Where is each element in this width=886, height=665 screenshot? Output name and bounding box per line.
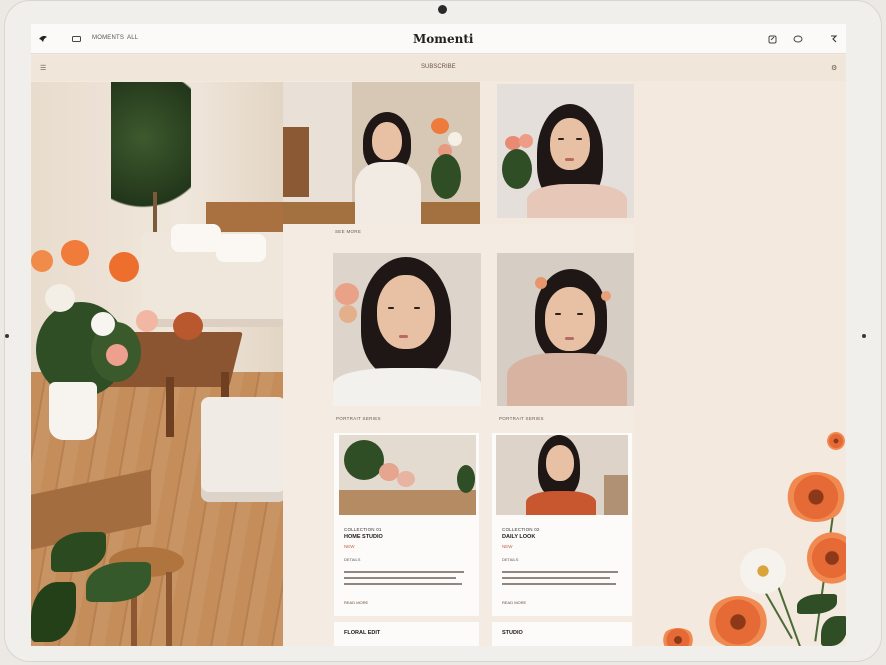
caption-portrait-2: PORTRAIT SERIES [336, 416, 381, 421]
logo-icon[interactable] [36, 32, 50, 46]
caption-portrait-3: PORTRAIT SERIES [499, 416, 544, 421]
card-subtitle: DETAILS [344, 557, 361, 562]
secondary-bar: ☰ SUBSCRIBE ⚙ [31, 55, 846, 81]
card-subtitle: DETAILS [502, 557, 519, 562]
heart-icon[interactable] [791, 32, 805, 46]
card-photo-studio [339, 435, 476, 515]
portrait-photo-room[interactable] [283, 82, 480, 224]
settings-icon[interactable]: ⚙ [831, 64, 837, 72]
subscribe-link[interactable]: SUBSCRIBE [421, 64, 456, 70]
flower-decoration [661, 628, 695, 646]
menu-icon[interactable]: ☰ [40, 64, 46, 72]
message-icon[interactable] [69, 32, 83, 46]
flower-decoration [739, 548, 787, 594]
collection-card-1[interactable]: COLLECTION 01 HOME STUDIO NEW DETAILS RE… [334, 433, 479, 616]
text-line [344, 583, 462, 585]
card-badge: NEW [344, 544, 355, 549]
flower-decoration [827, 432, 845, 450]
card-title: HOME STUDIO [344, 534, 383, 540]
leaf-decoration [797, 594, 837, 614]
text-line [344, 571, 464, 573]
portrait-photo-2[interactable] [333, 253, 481, 406]
portrait-photo-1[interactable] [497, 84, 634, 218]
card-title: FLORAL EDIT [344, 630, 381, 636]
collection-card-3[interactable]: FLORAL EDIT [334, 622, 479, 646]
card-title: DAILY LOOK [502, 534, 536, 540]
portrait-photo-3[interactable] [497, 253, 634, 406]
share-icon[interactable] [765, 32, 779, 46]
side-sensor [862, 334, 866, 338]
app-screen: MOMENTS ALL Momenti ☰ SUBSCRIBE ⚙ SEE MO… [31, 24, 846, 646]
card-title: STUDIO [502, 630, 523, 636]
top-navigation-bar: MOMENTS ALL Momenti [31, 24, 846, 54]
nav-link-all[interactable]: ALL [127, 35, 138, 41]
card-meta: COLLECTION 02 [502, 527, 540, 532]
collection-card-4[interactable]: STUDIO [492, 622, 632, 646]
profile-icon[interactable] [826, 32, 840, 46]
read-more-link[interactable]: READ MORE [502, 600, 526, 605]
side-sensor [5, 334, 9, 338]
flower-decoration [785, 472, 846, 522]
card-meta: COLLECTION 01 [344, 527, 382, 532]
collection-card-2[interactable]: COLLECTION 02 DAILY LOOK NEW DETAILS REA… [492, 433, 632, 616]
flower-decoration [807, 532, 846, 584]
text-line [502, 577, 610, 579]
text-line [502, 571, 618, 573]
card-photo-portrait [496, 435, 628, 515]
text-line [344, 577, 456, 579]
nav-link-moments[interactable]: MOMENTS [92, 35, 124, 41]
text-line [502, 583, 616, 585]
camera-icon [438, 5, 447, 14]
leaf-decoration [821, 616, 846, 646]
see-more-link[interactable]: SEE MORE [335, 229, 361, 234]
flower-decoration [707, 596, 769, 646]
card-badge: NEW [502, 544, 513, 549]
bedroom-hero-photo[interactable] [31, 82, 283, 646]
brand-logo[interactable]: Momenti [413, 32, 473, 46]
read-more-link[interactable]: READ MORE [344, 600, 368, 605]
